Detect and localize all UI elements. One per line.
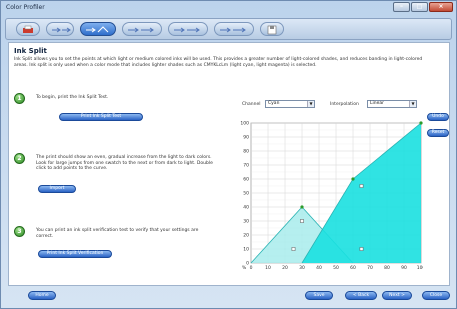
channel-select[interactable]: Cyan ▼ (265, 100, 315, 108)
curve-handle (359, 184, 364, 188)
next-button[interactable]: Next > (382, 291, 412, 300)
interpolation-value: Linear (370, 101, 384, 106)
x-tick-label: 80 (384, 265, 390, 271)
x-axis-label: % (242, 265, 247, 271)
reset-button[interactable]: Reset (427, 129, 449, 137)
y-tick-label: 100 (240, 121, 249, 127)
x-tick-label: 100 (417, 265, 423, 271)
minimize-icon: – (400, 3, 403, 10)
curve-point (300, 205, 304, 209)
save-icon (267, 25, 277, 35)
y-tick-label: 10 (243, 247, 249, 253)
arrows-icon (52, 27, 71, 33)
x-tick-label: 30 (299, 265, 305, 271)
arrows-icon (220, 27, 246, 33)
arrows-icon (174, 27, 200, 33)
maximize-icon: □ (416, 3, 423, 10)
x-tick-label: 60 (350, 265, 356, 271)
x-tick-label: 0 (250, 265, 253, 271)
import-button[interactable]: Import (38, 185, 76, 193)
tab-save[interactable] (260, 22, 284, 36)
curve-handle (300, 219, 304, 223)
ink-split-icon (86, 26, 109, 33)
print-ink-split-verification-button[interactable]: Print Ink Split Verification (38, 250, 112, 258)
window-title: Color Profiler (6, 4, 45, 11)
title-bar: Color Profiler – □ × (1, 1, 456, 15)
bottom-bar: Home Save < Back Next > Close (8, 290, 450, 304)
step-number: 2 (14, 153, 25, 164)
step-3: 3 You can print an ink split verificatio… (14, 226, 214, 266)
step-text: You can print an ink split verification … (36, 228, 199, 239)
home-button[interactable]: Home (28, 291, 56, 300)
page-description: Ink Split allows you to set the points a… (14, 57, 423, 68)
ink-split-panel: Ink Split Ink Split allows you to set th… (8, 42, 450, 286)
close-icon: × (438, 3, 444, 10)
curve-point (351, 177, 355, 181)
undo-button[interactable]: Undo (427, 113, 449, 121)
y-tick-label: 70 (243, 163, 249, 169)
minimize-button[interactable]: – (393, 2, 410, 12)
x-tick-label: 40 (316, 265, 322, 271)
x-tick-label: 70 (367, 265, 373, 271)
wizard-tab-bar (5, 18, 452, 40)
step-text: The print should show an even, gradual i… (36, 155, 213, 171)
tab-step-2[interactable] (46, 22, 74, 36)
chevron-down-icon: ▼ (409, 101, 416, 107)
page-heading: Ink Split (14, 47, 47, 55)
back-button[interactable]: < Back (345, 291, 377, 300)
y-tick-label: 50 (243, 191, 249, 197)
step-text: To begin, print the Ink Split Test. (36, 95, 109, 100)
close-window-button[interactable]: × (429, 2, 453, 12)
y-tick-label: 40 (243, 205, 249, 211)
save-button[interactable]: Save (305, 291, 333, 300)
curve-handle (359, 247, 364, 251)
y-tick-label: 80 (243, 149, 249, 155)
step-1: 1 To begin, print the Ink Split Test. Pr… (14, 93, 214, 128)
interpolation-select[interactable]: Linear ▼ (367, 100, 417, 108)
y-tick-label: 20 (243, 233, 249, 239)
x-tick-label: 90 (401, 265, 407, 271)
chevron-down-icon: ▼ (307, 101, 314, 107)
maximize-button[interactable]: □ (411, 2, 428, 12)
step-2: 2 The print should show an even, gradual… (14, 153, 214, 198)
x-tick-label: 20 (282, 265, 288, 271)
x-tick-label: 50 (333, 265, 339, 271)
tab-step-5[interactable] (168, 22, 208, 36)
arrows-icon (128, 27, 154, 33)
y-tick-label: 30 (243, 219, 249, 225)
print-ink-split-test-button[interactable]: Print Ink Split Test (59, 113, 143, 121)
x-tick-label: 10 (265, 265, 271, 271)
step-number: 3 (14, 226, 25, 237)
interpolation-label: Interpolation (330, 102, 359, 107)
channel-label: Channel (242, 102, 261, 107)
curve-point (419, 121, 423, 125)
curve-handle (291, 247, 296, 251)
app-window: Color Profiler – □ × Ink Split Ink Split… (0, 0, 457, 309)
tab-ink-split[interactable] (80, 22, 116, 36)
tab-step-6[interactable] (214, 22, 254, 36)
y-tick-label: 60 (243, 177, 249, 183)
y-tick-label: 0 (246, 261, 249, 267)
step-number: 1 (14, 93, 25, 104)
y-tick-label: 90 (243, 135, 249, 141)
tab-step-4[interactable] (122, 22, 162, 36)
ink-split-chart[interactable]: 0 10 20 30 40 50 60 70 80 90 100 0 10 20 30 40 50 60 70 80 9… (237, 118, 423, 278)
printer-icon (23, 25, 33, 33)
tab-printer[interactable] (16, 22, 40, 36)
close-button[interactable]: Close (422, 291, 450, 300)
channel-value: Cyan (268, 101, 280, 106)
